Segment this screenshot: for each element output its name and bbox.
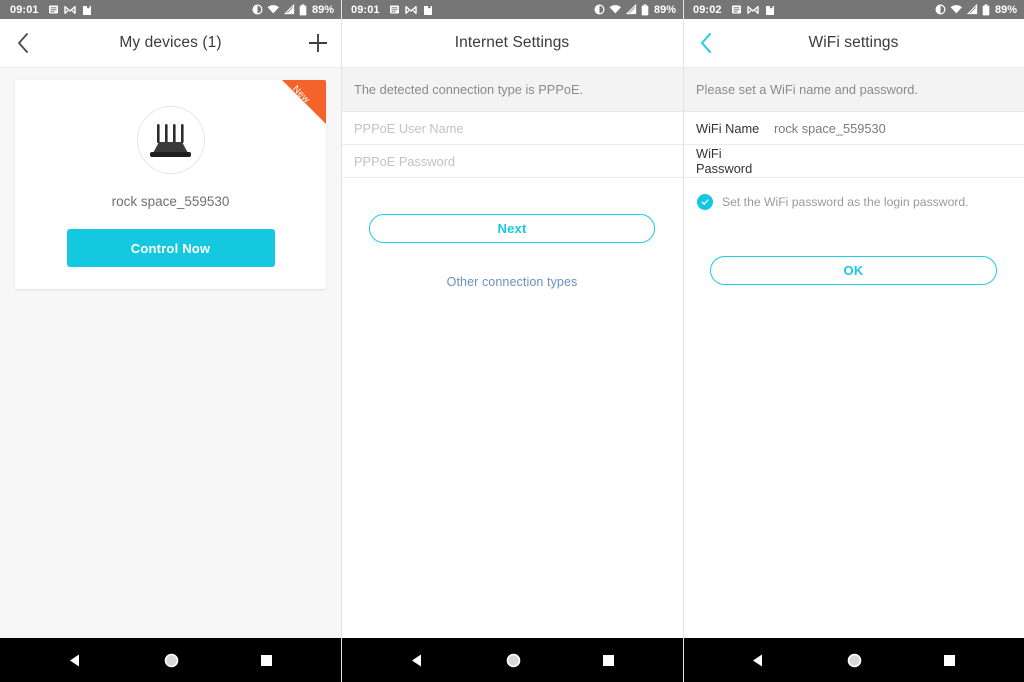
dnd-icon: [252, 4, 263, 15]
ok-button[interactable]: OK: [710, 256, 997, 285]
battery-percent: 89%: [311, 3, 334, 16]
add-device-button[interactable]: [295, 19, 341, 68]
wifi-setup-notice: Please set a WiFi name and password.: [683, 68, 1024, 112]
wifi-off-icon: [267, 5, 279, 15]
chevron-left-icon: [18, 33, 28, 53]
signal-icon: [966, 4, 978, 15]
recents-square-icon[interactable]: [259, 653, 274, 668]
battery-icon: [641, 3, 649, 15]
checkmark-icon: [701, 199, 709, 205]
signal-icon: [625, 4, 637, 15]
screen-my-devices: 09:01 89% My devices (1) New rock space_…: [0, 0, 341, 682]
status-notification-icons: [48, 4, 92, 16]
page-title: My devices (1): [119, 34, 222, 51]
android-nav-bar: [0, 638, 341, 682]
wifi-name-field[interactable]: WiFi Name rock space_559530: [683, 112, 1024, 145]
back-triangle-icon[interactable]: [750, 652, 767, 669]
page-title: Internet Settings: [454, 34, 570, 51]
home-circle-icon[interactable]: [163, 652, 180, 669]
back-triangle-icon[interactable]: [67, 652, 84, 669]
page-title: WiFi settings: [808, 34, 899, 51]
pppoe-username-field[interactable]: PPPoE User Name: [341, 112, 683, 145]
wifi-name-label: WiFi Name: [696, 120, 760, 136]
app-bar: WiFi settings: [683, 19, 1024, 68]
login-password-checkbox-row[interactable]: Set the WiFi password as the login passw…: [683, 178, 1024, 210]
back-button[interactable]: [0, 19, 46, 68]
router-icon: [149, 124, 191, 157]
new-ribbon: New: [282, 80, 326, 124]
chevron-left-icon: [701, 33, 711, 53]
other-connection-types-link[interactable]: Other connection types: [447, 275, 578, 289]
wifi-password-field[interactable]: WiFi Password: [683, 145, 1024, 178]
recents-square-icon[interactable]: [601, 653, 616, 668]
note-icon: [731, 5, 741, 14]
status-bar: 09:02 89%: [683, 0, 1024, 19]
back-button[interactable]: [683, 19, 729, 68]
status-system-icons: 89%: [935, 4, 1017, 16]
signal-icon: [283, 4, 295, 15]
check-circle-icon[interactable]: [697, 194, 713, 210]
status-time: 09:02: [693, 3, 722, 16]
gmail-icon: [746, 5, 759, 14]
home-circle-icon[interactable]: [846, 652, 863, 669]
gmail-icon: [63, 5, 76, 14]
battery-icon: [299, 3, 307, 15]
gmail-icon: [404, 5, 417, 14]
three-phone-screenshots: 09:01 89% My devices (1) New rock space_…: [0, 0, 1024, 682]
screen-wifi-settings: 09:02 89% WiFi settings Please set a WiF…: [683, 0, 1024, 682]
wifi-settings-form: Please set a WiFi name and password. WiF…: [683, 68, 1024, 638]
status-notification-icons: [389, 4, 433, 16]
puzzle-icon: [82, 5, 91, 15]
plus-icon: [309, 34, 327, 52]
app-bar: Internet Settings: [341, 19, 683, 68]
pppoe-username-placeholder: PPPoE User Name: [354, 120, 464, 136]
android-nav-bar: [341, 638, 683, 682]
battery-icon: [982, 3, 990, 15]
screen-internet-settings: 09:01 89% Internet Settings The detected…: [341, 0, 683, 682]
status-system-icons: 89%: [252, 4, 334, 16]
internet-settings-form: The detected connection type is PPPoE. P…: [341, 68, 683, 638]
device-list: New rock space_559530 Control Now: [0, 68, 341, 638]
pppoe-password-field[interactable]: PPPoE Password: [341, 145, 683, 178]
dnd-icon: [594, 4, 605, 15]
puzzle-icon: [765, 5, 774, 15]
android-nav-bar: [683, 638, 1024, 682]
wifi-off-icon: [609, 5, 621, 15]
home-circle-icon[interactable]: [505, 652, 522, 669]
status-time: 09:01: [10, 3, 39, 16]
pppoe-password-placeholder: PPPoE Password: [354, 153, 456, 169]
wifi-password-label: WiFi Password: [696, 146, 753, 176]
connection-type-notice: The detected connection type is PPPoE.: [341, 68, 683, 112]
battery-percent: 89%: [994, 3, 1017, 16]
next-button[interactable]: Next: [369, 214, 655, 243]
status-notification-icons: [731, 4, 775, 16]
wifi-name-value: rock space_559530: [774, 120, 886, 136]
status-bar: 09:01 89%: [0, 0, 341, 19]
puzzle-icon: [423, 5, 432, 15]
dnd-icon: [935, 4, 946, 15]
device-name: rock space_559530: [111, 194, 230, 209]
device-card[interactable]: New rock space_559530 Control Now: [15, 80, 326, 289]
other-connection-types-row: Other connection types: [341, 273, 683, 291]
note-icon: [48, 5, 58, 14]
new-ribbon-label: New: [290, 83, 312, 106]
device-avatar: [136, 106, 205, 174]
note-icon: [389, 5, 399, 14]
status-system-icons: 89%: [594, 4, 676, 16]
back-triangle-icon[interactable]: [409, 652, 426, 669]
app-bar: My devices (1): [0, 19, 341, 68]
wifi-off-icon: [950, 5, 962, 15]
status-time: 09:01: [351, 3, 380, 16]
status-bar: 09:01 89%: [341, 0, 683, 19]
login-password-checkbox-label: Set the WiFi password as the login passw…: [722, 195, 969, 209]
recents-square-icon[interactable]: [942, 653, 957, 668]
control-now-button[interactable]: Control Now: [66, 229, 275, 267]
battery-percent: 89%: [653, 3, 676, 16]
